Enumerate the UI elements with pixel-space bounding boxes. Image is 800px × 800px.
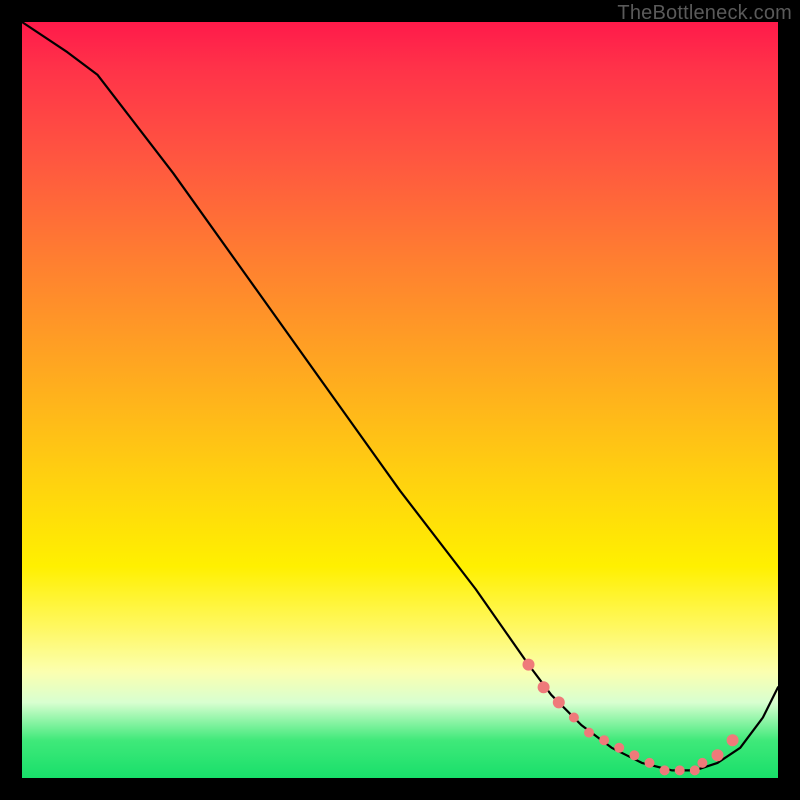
marker-dot	[569, 713, 579, 723]
marker-dot	[712, 749, 724, 761]
curve-layer	[22, 22, 778, 778]
marker-dot	[645, 758, 655, 768]
watermark-text: TheBottleneck.com	[617, 2, 792, 25]
marker-dot	[727, 734, 739, 746]
marker-dot	[538, 681, 550, 693]
marker-dot	[553, 696, 565, 708]
bottleneck-curve	[22, 22, 778, 770]
marker-dot	[523, 659, 535, 671]
highlight-markers	[523, 659, 739, 776]
marker-dot	[697, 758, 707, 768]
marker-dot	[614, 743, 624, 753]
marker-dot	[584, 728, 594, 738]
chart-frame: TheBottleneck.com	[0, 0, 800, 800]
marker-dot	[690, 765, 700, 775]
marker-dot	[629, 750, 639, 760]
marker-dot	[599, 735, 609, 745]
marker-dot	[660, 765, 670, 775]
marker-dot	[675, 765, 685, 775]
plot-area	[22, 22, 778, 778]
